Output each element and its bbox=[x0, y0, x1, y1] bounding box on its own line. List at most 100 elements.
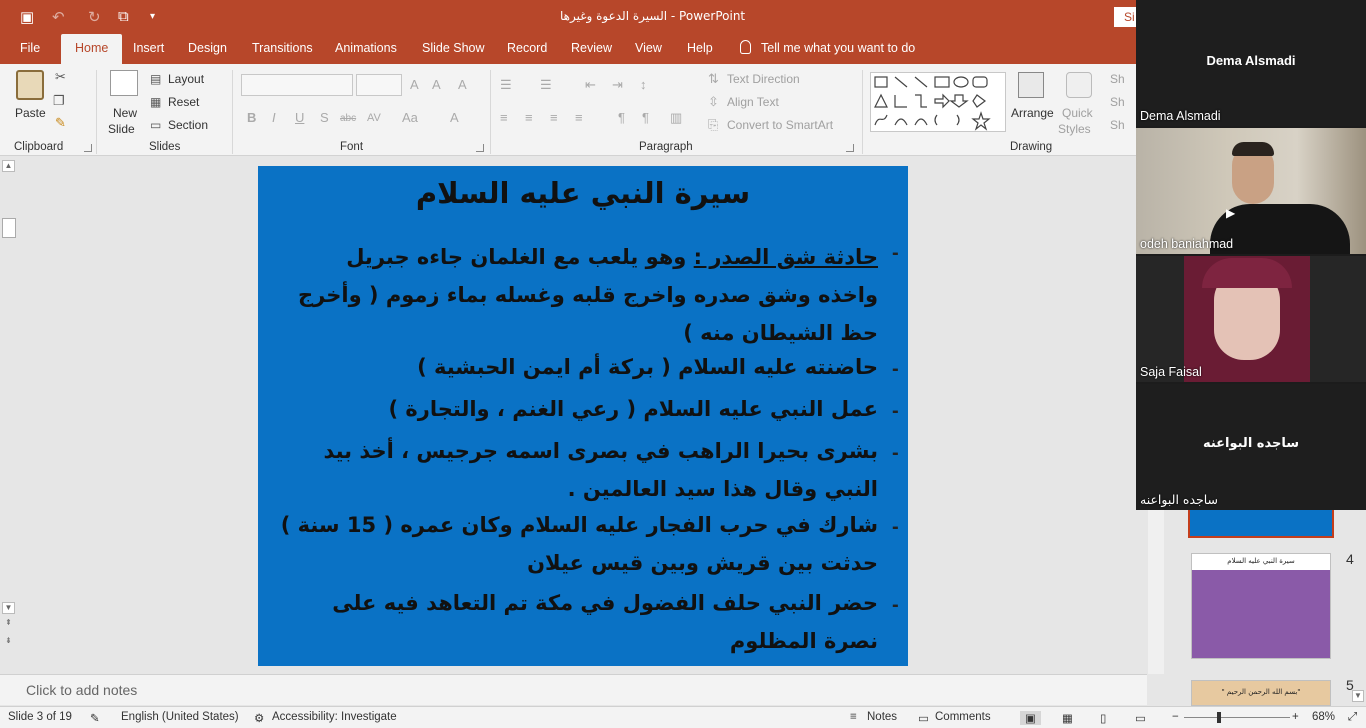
font-launcher-icon[interactable] bbox=[476, 144, 484, 152]
line-spacing-icon[interactable]: ↕ bbox=[640, 78, 647, 92]
participant-tile-1[interactable]: Dema Alsmadi Dema Alsmadi bbox=[1136, 0, 1366, 126]
slide-sorter-icon[interactable]: ▦ bbox=[1062, 711, 1073, 725]
participant-tile-3[interactable]: Saja Faisal bbox=[1136, 256, 1366, 382]
thumbnail-scroll-down-icon[interactable]: ▼ bbox=[1352, 690, 1364, 702]
paste-icon[interactable] bbox=[16, 70, 44, 100]
font-color-icon[interactable]: A bbox=[450, 111, 459, 125]
accessibility-status[interactable]: Accessibility: Investigate bbox=[272, 711, 397, 723]
participant-tile-4[interactable]: ساجده البواعنه ساجده البواعنه bbox=[1136, 384, 1366, 510]
spelling-icon[interactable]: ✎ bbox=[90, 711, 100, 725]
zoom-slider-track[interactable] bbox=[1184, 717, 1290, 718]
text-direction-button[interactable]: Text Direction bbox=[727, 72, 800, 86]
arrange-button[interactable]: Arrange bbox=[1011, 106, 1054, 120]
italic-icon[interactable]: I bbox=[272, 111, 276, 125]
language-indicator[interactable]: English (United States) bbox=[121, 711, 239, 723]
zoom-out-icon[interactable]: − bbox=[1172, 711, 1179, 723]
next-slide-icon[interactable]: ⇟ bbox=[2, 636, 15, 648]
bullet-3[interactable]: عمل النبي عليه السلام ( رعي الغنم ، والت… bbox=[278, 390, 878, 428]
cut-icon[interactable]: ✂ bbox=[55, 70, 66, 84]
decrease-font-icon[interactable]: A bbox=[432, 78, 441, 92]
underline-icon[interactable]: U bbox=[295, 111, 304, 125]
scroll-up-icon[interactable]: ▲ bbox=[2, 160, 15, 172]
arrange-icon[interactable] bbox=[1018, 72, 1044, 98]
ltr-icon[interactable]: ¶ bbox=[642, 111, 649, 125]
bullet-6[interactable]: حضر النبي حلف الفضول في مكة تم التعاهد ف… bbox=[288, 584, 878, 660]
bullet-4[interactable]: بشرى بحيرا الراهب في بصرى اسمه جرجيس ، أ… bbox=[278, 432, 878, 508]
quick-styles-button-line2[interactable]: Styles bbox=[1058, 122, 1091, 136]
tab-file[interactable]: File bbox=[20, 41, 40, 55]
tab-slide-show[interactable]: Slide Show bbox=[422, 41, 485, 55]
increase-font-icon[interactable]: A bbox=[410, 78, 419, 92]
layout-button[interactable]: Layout bbox=[168, 72, 204, 86]
notes-button[interactable]: Notes bbox=[867, 711, 897, 723]
align-center-icon[interactable]: ≡ bbox=[525, 111, 533, 125]
current-slide[interactable]: سيرة النبي عليه السلام - حادثة شق الصدر … bbox=[258, 166, 908, 666]
tab-review[interactable]: Review bbox=[571, 41, 612, 55]
tab-help[interactable]: Help bbox=[687, 41, 713, 55]
zoom-slider-thumb[interactable] bbox=[1217, 712, 1221, 723]
new-slide-button-line2[interactable]: Slide bbox=[108, 122, 135, 136]
convert-smartart-button[interactable]: Convert to SmartArt bbox=[727, 118, 833, 132]
tab-transitions[interactable]: Transitions bbox=[252, 41, 313, 55]
align-text-button[interactable]: Align Text bbox=[727, 95, 779, 109]
new-slide-icon[interactable] bbox=[110, 70, 138, 96]
save-icon[interactable]: ▣ bbox=[20, 8, 34, 26]
shapes-gallery[interactable] bbox=[870, 72, 1006, 132]
shape-outline-button[interactable]: Sh bbox=[1110, 95, 1125, 109]
previous-slide-icon[interactable]: ⇞ bbox=[2, 618, 15, 630]
participant-tile-2[interactable]: ▶ odeh baniahmad bbox=[1136, 128, 1366, 254]
tab-record[interactable]: Record bbox=[507, 41, 547, 55]
copy-icon[interactable]: ❐ bbox=[53, 94, 65, 108]
format-painter-icon[interactable]: ✎ bbox=[55, 116, 66, 130]
slideshow-view-icon[interactable]: ▭ bbox=[1135, 711, 1146, 725]
comments-button[interactable]: Comments bbox=[935, 711, 991, 723]
bullet-5[interactable]: شارك في حرب الفجار عليه السلام وكان عمره… bbox=[278, 506, 878, 582]
slide-title[interactable]: سيرة النبي عليه السلام bbox=[258, 176, 908, 210]
quick-styles-button[interactable]: Quick bbox=[1062, 106, 1093, 120]
bold-icon[interactable]: B bbox=[247, 111, 256, 125]
character-spacing-icon[interactable]: AV bbox=[367, 111, 381, 125]
tab-design[interactable]: Design bbox=[188, 41, 227, 55]
notes-pane[interactable]: Click to add notes bbox=[0, 674, 1147, 705]
shape-effects-button[interactable]: Sh bbox=[1110, 118, 1125, 132]
decrease-indent-icon[interactable]: ⇤ bbox=[585, 78, 596, 92]
thumbnail-slide-5[interactable]: "بسم الله الرحمن الرحيم " bbox=[1191, 680, 1331, 706]
scrollbar-thumb[interactable] bbox=[2, 218, 16, 238]
zoom-in-icon[interactable]: + bbox=[1292, 711, 1299, 723]
zoom-level[interactable]: 68% bbox=[1312, 711, 1335, 723]
tab-animations[interactable]: Animations bbox=[335, 41, 397, 55]
new-slide-button[interactable]: New bbox=[113, 106, 137, 120]
justify-icon[interactable]: ≡ bbox=[575, 111, 583, 125]
bullet-2[interactable]: حاضنته عليه السلام ( بركة أم ايمن الحبشي… bbox=[278, 348, 878, 386]
change-case-icon[interactable]: Aa bbox=[402, 111, 418, 125]
increase-indent-icon[interactable]: ⇥ bbox=[612, 78, 623, 92]
align-right-icon[interactable]: ≡ bbox=[550, 111, 558, 125]
numbering-icon[interactable]: ☰ bbox=[540, 78, 552, 92]
rtl-icon[interactable]: ¶ bbox=[618, 111, 625, 125]
shadow-icon[interactable]: S bbox=[320, 111, 329, 125]
tab-view[interactable]: View bbox=[635, 41, 662, 55]
scroll-down-icon[interactable]: ▼ bbox=[2, 602, 15, 614]
section-button[interactable]: Section bbox=[168, 118, 208, 132]
tab-insert[interactable]: Insert bbox=[133, 41, 164, 55]
clipboard-launcher-icon[interactable] bbox=[84, 144, 92, 152]
paste-button[interactable]: Paste bbox=[15, 106, 46, 120]
fit-slide-icon[interactable]: ⤢ bbox=[1348, 711, 1357, 724]
columns-icon[interactable]: ▥ bbox=[670, 111, 682, 125]
reading-view-icon[interactable]: ▯ bbox=[1100, 711, 1106, 725]
tab-home[interactable]: Home bbox=[61, 34, 123, 64]
align-left-icon[interactable]: ≡ bbox=[500, 111, 508, 125]
paragraph-launcher-icon[interactable] bbox=[846, 144, 854, 152]
tell-me-search[interactable]: Tell me what you want to do bbox=[740, 40, 915, 55]
customize-toolbar-icon[interactable]: ▾ bbox=[150, 11, 155, 22]
thumbnail-selected-slide-3[interactable] bbox=[1188, 506, 1334, 538]
shape-fill-button[interactable]: Sh bbox=[1110, 72, 1125, 86]
redo-icon[interactable]: ↻ bbox=[88, 8, 101, 26]
bullets-icon[interactable]: ☰ bbox=[500, 78, 512, 92]
clear-formatting-icon[interactable]: A bbox=[458, 78, 467, 92]
font-family-select[interactable] bbox=[241, 74, 353, 96]
bullet-1[interactable]: حادثة شق الصدر : وهو يلعب مع الغلمان جاء… bbox=[298, 238, 878, 352]
present-icon[interactable]: ⧉ bbox=[118, 8, 129, 25]
normal-view-icon[interactable]: ▣ bbox=[1020, 711, 1041, 725]
reset-button[interactable]: Reset bbox=[168, 95, 199, 109]
